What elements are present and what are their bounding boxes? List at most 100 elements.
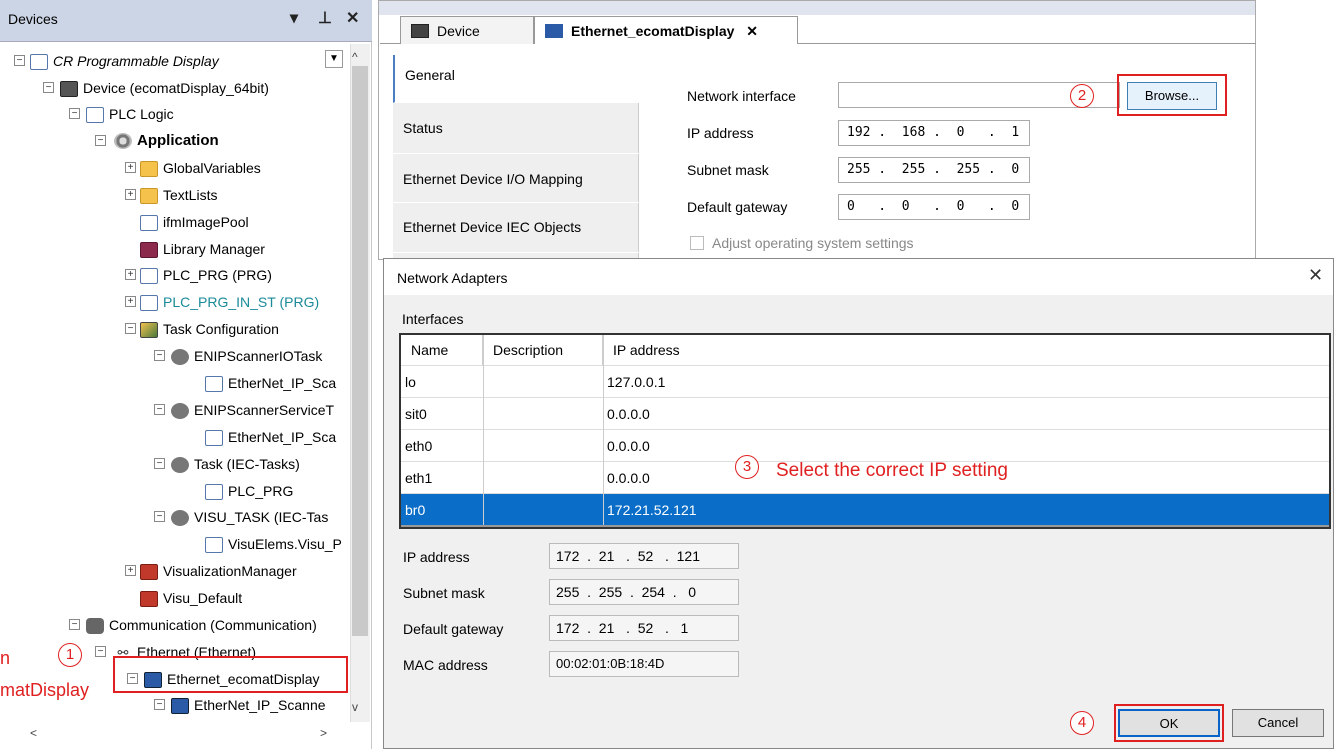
call-icon bbox=[205, 484, 223, 501]
collapse-icon[interactable]: − bbox=[154, 458, 165, 469]
table-row-selected[interactable]: br0 172.21.52.121 bbox=[401, 493, 1329, 525]
collapse-icon[interactable]: − bbox=[154, 511, 165, 522]
visu-icon bbox=[140, 591, 158, 608]
table-row[interactable]: eth0 0.0.0.0 bbox=[401, 429, 1329, 461]
tree-item-ethernet-ip-sca-2[interactable]: EtherNet_IP_Sca bbox=[205, 424, 336, 450]
call-icon bbox=[205, 537, 223, 554]
pin-icon[interactable]: ⊥ bbox=[318, 8, 332, 28]
col-ip-header[interactable]: IP address bbox=[603, 335, 1329, 365]
close-dialog-icon[interactable]: ✕ bbox=[1308, 265, 1323, 286]
tree-item-visu-default[interactable]: Visu_Default bbox=[140, 585, 242, 611]
cell-ip: 0.0.0.0 bbox=[607, 470, 650, 486]
tree-item-plc-logic[interactable]: − PLC Logic bbox=[69, 101, 174, 127]
tree-item-visualizationmanager[interactable]: + VisualizationManager bbox=[125, 558, 297, 584]
expand-icon[interactable]: + bbox=[125, 296, 136, 307]
cancel-button[interactable]: Cancel bbox=[1232, 709, 1324, 737]
tree-item-plc-prg-call[interactable]: PLC_PRG bbox=[205, 478, 293, 504]
application-icon bbox=[114, 133, 132, 150]
expand-icon[interactable]: + bbox=[125, 269, 136, 280]
visu-manager-icon bbox=[140, 564, 158, 581]
tree-item-task-iec-tasks[interactable]: − Task (IEC-Tasks) bbox=[154, 451, 300, 477]
tree-dropdown-icon[interactable]: ▼ bbox=[325, 50, 343, 68]
collapse-icon[interactable]: − bbox=[95, 646, 106, 657]
col-description-header[interactable]: Description bbox=[483, 335, 603, 365]
close-panel-icon[interactable]: ✕ bbox=[346, 8, 359, 28]
collapse-icon[interactable]: − bbox=[43, 82, 54, 93]
tree-item-plc-prg[interactable]: + PLC_PRG (PRG) bbox=[125, 262, 272, 288]
scroll-right-icon[interactable]: > bbox=[320, 726, 327, 740]
tree-item-enipscanneriotask[interactable]: − ENIPScannerIOTask bbox=[154, 343, 322, 369]
cell-ip: 0.0.0.0 bbox=[607, 406, 650, 422]
network-interface-label: Network interface bbox=[687, 88, 796, 104]
task-icon bbox=[171, 349, 189, 366]
tree-item-device[interactable]: − Device (ecomatDisplay_64bit) bbox=[43, 75, 269, 101]
ip-address-label: IP address bbox=[687, 125, 754, 141]
dialog-title: Network Adapters bbox=[397, 270, 508, 286]
sidenav-io-mapping[interactable]: Ethernet Device I/O Mapping bbox=[393, 155, 639, 203]
tree-item-globalvariables[interactable]: + GlobalVariables bbox=[125, 155, 261, 181]
tree-item-application[interactable]: − Application bbox=[95, 128, 219, 154]
program-icon bbox=[140, 268, 158, 285]
task-icon bbox=[171, 510, 189, 527]
plc-logic-icon bbox=[86, 107, 104, 124]
collapse-icon[interactable]: − bbox=[95, 135, 106, 146]
tree-item-textlists[interactable]: + TextLists bbox=[125, 182, 217, 208]
collapse-icon[interactable]: − bbox=[154, 404, 165, 415]
tree-item-library-manager[interactable]: Library Manager bbox=[140, 236, 265, 262]
column-divider bbox=[483, 335, 484, 525]
call-icon bbox=[205, 376, 223, 393]
adjust-os-checkbox[interactable] bbox=[690, 236, 704, 250]
step-1-marker: 1 bbox=[58, 643, 82, 667]
tree-item-plc-prg-in-st[interactable]: + PLC_PRG_IN_ST (PRG) bbox=[125, 289, 319, 315]
sidenav-status[interactable]: Status bbox=[393, 103, 639, 154]
sidenav-iec-objects[interactable]: Ethernet Device IEC Objects bbox=[393, 203, 639, 253]
collapse-icon[interactable]: − bbox=[69, 108, 80, 119]
step-3-instruction: Select the correct IP setting bbox=[776, 460, 1008, 481]
tree-item-task-configuration[interactable]: − Task Configuration bbox=[125, 316, 279, 342]
tree-item-visu-task[interactable]: − VISU_TASK (IEC-Tas bbox=[154, 504, 328, 530]
tree-item-enipscannerservicet[interactable]: − ENIPScannerServiceT bbox=[154, 397, 334, 423]
cell-name: sit0 bbox=[405, 406, 427, 422]
collapse-icon[interactable]: − bbox=[69, 619, 80, 630]
scroll-left-icon[interactable]: < bbox=[30, 726, 37, 740]
tab-device[interactable]: Device bbox=[400, 16, 534, 44]
call-icon bbox=[205, 430, 223, 447]
task-icon bbox=[171, 457, 189, 474]
tree-item-communication[interactable]: − Communication (Communication) bbox=[69, 612, 317, 638]
scroll-down-icon[interactable]: v bbox=[352, 700, 358, 714]
expand-icon[interactable]: + bbox=[125, 189, 136, 200]
table-row[interactable]: sit0 0.0.0.0 bbox=[401, 397, 1329, 429]
device-icon bbox=[411, 24, 429, 38]
tree-item-ethernet-ip-scanner[interactable]: − EtherNet_IP_Scanne bbox=[154, 692, 326, 718]
devices-scroll-thumb[interactable] bbox=[352, 66, 368, 636]
sidenav-general[interactable]: General bbox=[393, 55, 639, 103]
expand-icon[interactable]: + bbox=[125, 162, 136, 173]
cell-ip: 127.0.0.1 bbox=[607, 374, 666, 390]
ethernet-device-icon bbox=[171, 698, 189, 715]
subnet-mask-label: Subnet mask bbox=[687, 162, 769, 178]
tree-item-cr-programmable-display[interactable]: − CR Programmable Display bbox=[14, 48, 219, 74]
collapse-icon[interactable]: − bbox=[14, 55, 25, 66]
subnet-mask-input[interactable]: 255 . 255 . 255 . 0 bbox=[838, 157, 1030, 183]
tree-item-ifmimagepool[interactable]: ifmImagePool bbox=[140, 209, 249, 235]
collapse-icon[interactable]: − bbox=[125, 323, 136, 334]
step-2-marker: 2 bbox=[1070, 84, 1094, 108]
tree-item-ethernet-ip-sca-1[interactable]: EtherNet_IP_Sca bbox=[205, 370, 336, 396]
table-row[interactable]: lo 127.0.0.1 bbox=[401, 365, 1329, 397]
collapse-icon[interactable]: − bbox=[154, 350, 165, 361]
col-name-header[interactable]: Name bbox=[401, 335, 483, 365]
close-tab-icon[interactable]: ✕ bbox=[746, 23, 758, 39]
dlg-subnet-label: Subnet mask bbox=[403, 585, 485, 601]
task-config-icon bbox=[140, 322, 158, 339]
table-bottom-edge bbox=[401, 525, 1329, 527]
ip-address-input[interactable]: 192 . 168 . 0 . 1 bbox=[838, 120, 1030, 146]
tab-ethernet-ecomatdisplay[interactable]: Ethernet_ecomatDisplay ✕ bbox=[534, 16, 798, 44]
device-icon bbox=[60, 81, 78, 98]
collapse-icon[interactable]: − bbox=[154, 699, 165, 710]
panel-menu-icon[interactable]: ▾ bbox=[290, 8, 298, 28]
tree-item-visuelems[interactable]: VisuElems.Visu_P bbox=[205, 531, 342, 557]
scroll-up-icon[interactable]: ^ bbox=[352, 50, 358, 64]
cell-name: br0 bbox=[405, 502, 426, 518]
expand-icon[interactable]: + bbox=[125, 565, 136, 576]
default-gateway-input[interactable]: 0 . 0 . 0 . 0 bbox=[838, 194, 1030, 220]
